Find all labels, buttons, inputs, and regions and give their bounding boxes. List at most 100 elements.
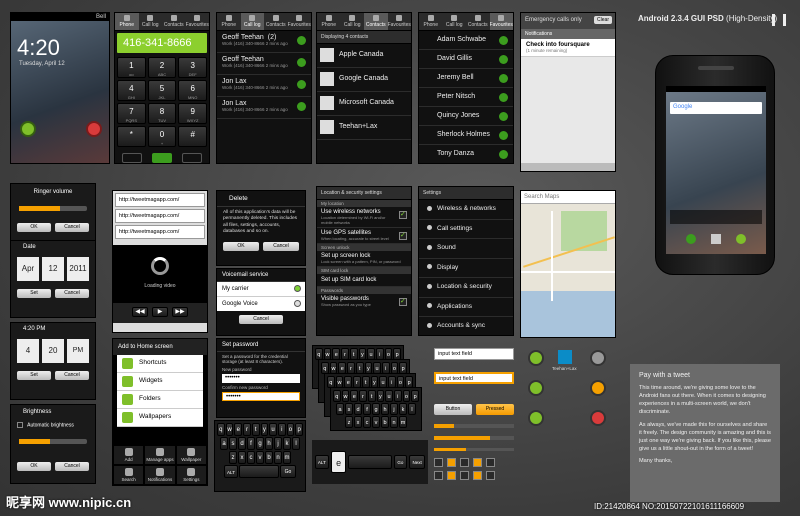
checkbox-unchecked[interactable] (434, 458, 443, 467)
settings-item[interactable]: Wireless & networks (419, 200, 513, 220)
keyboard-key[interactable]: a (220, 437, 228, 450)
favourite-row[interactable]: Adam Schwabe (419, 31, 513, 50)
keypad-key[interactable]: 3 DEF (178, 57, 208, 78)
location-item[interactable]: Use GPS satellites When locating, accurat… (317, 228, 411, 244)
brightness-cancel-button[interactable]: Cancel (55, 462, 89, 472)
unlock-round-icon[interactable] (528, 350, 544, 366)
tab-favourites[interactable]: Favourites (186, 13, 210, 30)
add-home-item[interactable]: Wallpapers (117, 409, 203, 427)
time-set-button[interactable]: Set (17, 371, 51, 380)
keyboard-key[interactable]: u (385, 390, 393, 402)
tab-phone[interactable]: Phone (115, 13, 139, 30)
tab-call-log[interactable]: Call log (139, 13, 163, 30)
phone-power-widget[interactable] (670, 210, 762, 224)
keypad-key[interactable]: 9 WXYZ (178, 103, 208, 124)
menu-item[interactable]: Add (113, 445, 145, 465)
year-spinner[interactable]: 2011 (67, 257, 89, 281)
browser-url-bar[interactable]: http://tweetmagapp.com/ (115, 193, 205, 207)
delete-cancel-button[interactable]: Cancel (263, 241, 299, 251)
play-button[interactable]: ▶ (152, 307, 168, 317)
unlock-icon[interactable] (20, 121, 36, 137)
menu-item[interactable]: Wallpaper (175, 445, 207, 465)
keypad-key[interactable]: 0 + (147, 126, 177, 147)
keypad-key[interactable]: # (178, 126, 208, 147)
menu-item[interactable]: Manage apps (144, 445, 176, 465)
keyboard-alt-key[interactable]: ALT (315, 455, 329, 469)
auto-brightness-row[interactable]: Automatic brightness (11, 419, 95, 431)
pressed-button[interactable]: Pressed (476, 404, 514, 415)
keyboard-key[interactable]: c (247, 451, 255, 464)
keyboard-key[interactable]: q (332, 390, 341, 402)
call-icon[interactable] (499, 131, 508, 140)
keyboard-key[interactable]: e (350, 390, 359, 402)
clear-button[interactable]: Clear (594, 16, 612, 24)
call-log-row[interactable]: Geoff Teehan (2) Work (416) 340-8666 2 min… (217, 31, 311, 53)
call-icon[interactable] (297, 80, 306, 89)
keypad-key[interactable]: 6 MNO (178, 80, 208, 101)
keyboard-key[interactable]: o (402, 390, 411, 402)
settings-item[interactable]: Accounts & sync (419, 317, 513, 335)
keyboard-key[interactable]: u (269, 423, 277, 436)
keyboard-key[interactable]: t (367, 390, 376, 402)
checkbox-unchecked[interactable] (486, 471, 495, 480)
settings-item[interactable]: Display (419, 259, 513, 278)
keyboard-key[interactable]: m (283, 451, 291, 464)
call-icon[interactable] (499, 150, 508, 159)
keyboard-key[interactable]: i (277, 423, 286, 436)
teehan-app-icon[interactable] (558, 350, 572, 364)
keypad-key[interactable]: 7 PQRS (117, 103, 146, 124)
menu-item[interactable]: Search (113, 465, 145, 485)
date-cancel-button[interactable]: Cancel (55, 289, 89, 298)
location-checkbox[interactable] (399, 210, 407, 219)
call-icon[interactable] (499, 93, 508, 102)
ringer-cancel-button[interactable]: Cancel (55, 223, 89, 232)
settings-item[interactable]: Sound (419, 239, 513, 259)
phone-search-bar[interactable]: Google (670, 102, 762, 114)
keyboard-key[interactable]: k (283, 437, 291, 450)
call-log-row[interactable]: Jon Lax Work (416) 340-8666 2 mins ago (217, 97, 311, 119)
keyboard-key[interactable]: z (345, 416, 353, 428)
ringer-slider[interactable] (19, 206, 87, 211)
apps-icon[interactable] (711, 234, 721, 244)
keyboard-key[interactable]: j (390, 403, 398, 415)
menu-item[interactable]: Notifications (144, 465, 176, 485)
call-icon[interactable] (297, 58, 306, 67)
tab-contacts[interactable]: Contacts (162, 13, 186, 30)
call-button[interactable] (152, 153, 172, 163)
location-checkbox[interactable] (399, 231, 407, 240)
end-call-icon[interactable] (590, 410, 606, 426)
keyboard-key[interactable]: l (408, 403, 416, 415)
add-home-item[interactable]: Widgets (117, 373, 203, 391)
contact-row[interactable]: Teehan+Lax (317, 116, 411, 140)
call-log-row[interactable]: Geoff Teehan Work (416) 340-8666 2 mins a… (217, 53, 311, 75)
keyboard-key[interactable]: y (376, 390, 385, 402)
keyboard-key[interactable]: x (238, 451, 246, 464)
brightness-ok-button[interactable]: OK (17, 462, 51, 472)
favourite-row[interactable]: Jeremy Bell (419, 69, 513, 88)
forward-button[interactable]: ▶▶ (172, 307, 188, 317)
keypad-key[interactable]: 8 TUV (147, 103, 177, 124)
tab-contacts[interactable]: Contacts (466, 13, 490, 30)
add-home-item[interactable]: Shortcuts (117, 355, 203, 373)
keyboard-key[interactable]: c (363, 416, 371, 428)
checkbox-checked[interactable] (447, 471, 456, 480)
volume-round-icon[interactable] (590, 380, 606, 396)
call-icon[interactable] (297, 36, 306, 45)
favourite-row[interactable]: Tony Danza (419, 145, 513, 163)
keypad-key[interactable]: * (117, 126, 146, 147)
keyboard-key[interactable]: b (265, 451, 273, 464)
keyboard-key[interactable]: p (295, 423, 304, 436)
menu-item[interactable]: Settings (175, 465, 207, 485)
contact-row[interactable]: Apple Canada (317, 44, 411, 68)
browser-url-bar-3[interactable]: http://tweetmagapp.com/ (115, 225, 205, 239)
keyboard-key[interactable]: y (260, 423, 269, 436)
settings-item[interactable]: Location & security (419, 278, 513, 298)
keyboard-key[interactable]: t (251, 423, 260, 436)
tab-call-log[interactable]: Call log (443, 13, 467, 30)
keyboard-key[interactable]: l (292, 437, 300, 450)
keyboard-key[interactable]: q (216, 423, 225, 436)
keyboard-key[interactable]: f (363, 403, 371, 415)
visible-passwords-row[interactable]: Visible passwords Show password as you t… (317, 294, 411, 309)
slider-1[interactable] (434, 424, 514, 428)
keyboard-key[interactable]: p (411, 390, 420, 402)
